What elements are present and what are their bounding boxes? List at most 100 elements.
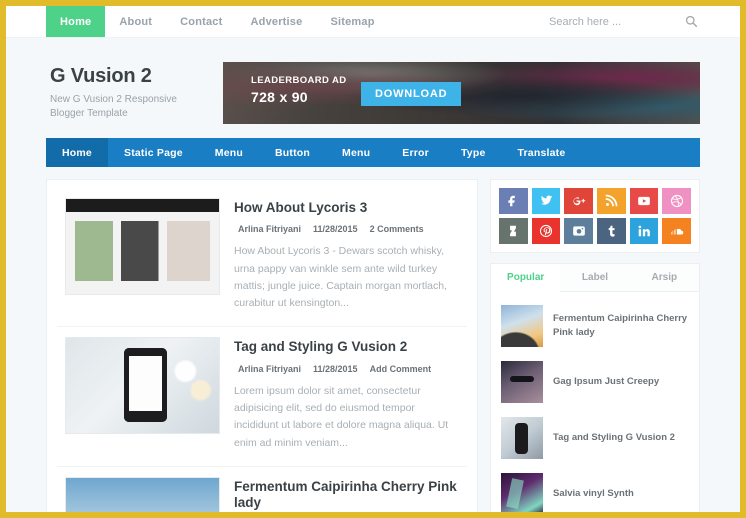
post-content: Fermentum Caipirinha Cherry Pink lady Ar… xyxy=(234,477,459,512)
deviantart-icon[interactable] xyxy=(499,218,528,244)
rss-icon[interactable] xyxy=(596,188,626,214)
post-title[interactable]: Tag and Styling G Vusion 2 xyxy=(234,339,459,355)
post-content: How About Lycoris 3 Arlina Fitriyani 11/… xyxy=(234,198,459,312)
topnav-item-sitemap[interactable]: Sitemap xyxy=(316,6,388,37)
topnav-label: Advertise xyxy=(250,15,303,28)
popular-post-title: Tag and Styling G Vusion 2 xyxy=(553,431,675,443)
popular-post-item[interactable]: Salvia vinyl Synth xyxy=(501,466,689,512)
mainnav-label: Static Page xyxy=(123,146,183,159)
post-excerpt: Lorem ipsum dolor sit amet, consectetur … xyxy=(234,384,449,449)
mainnav-label: Type xyxy=(460,146,486,159)
mainnav-item-menu-1[interactable]: Menu xyxy=(199,138,259,167)
site-header: G Vusion 2 New G Vusion 2 Responsive Blo… xyxy=(46,52,700,138)
mainnav-label: Menu xyxy=(214,146,244,159)
sidebar: Popular Label Arsip Fermentum Caipirinha… xyxy=(490,179,700,512)
ad-download-button[interactable]: DOWNLOAD xyxy=(361,82,462,106)
topnav-item-advertise[interactable]: Advertise xyxy=(237,6,317,37)
post-thumbnail[interactable]: wheritagecho... ...ge.com xyxy=(65,476,220,512)
popular-post-item[interactable]: Fermentum Caipirinha Cherry Pink lady xyxy=(501,298,689,354)
mainnav-label: Error xyxy=(402,146,429,159)
post-content: Tag and Styling G Vusion 2 Arlina Fitriy… xyxy=(234,337,459,451)
popular-post-title: Gag Ipsum Just Creepy xyxy=(553,375,660,387)
post-meta: Arlina Fitriyani 11/28/2015 Add Comment xyxy=(234,364,459,374)
popular-post-item[interactable]: Gag Ipsum Just Creepy xyxy=(501,354,689,410)
mainnav-item-type[interactable]: Type xyxy=(445,138,502,167)
mainnav-item-translate[interactable]: Translate xyxy=(501,138,581,167)
tab-arsip[interactable]: Arsip xyxy=(630,264,699,291)
ad-label: LEADERBOARD AD xyxy=(251,75,347,86)
post-author[interactable]: Arlina Fitriyani xyxy=(238,364,301,374)
mainnav-item-error[interactable]: Error xyxy=(386,138,445,167)
tab-label[interactable]: Label xyxy=(560,264,629,291)
post-title[interactable]: How About Lycoris 3 xyxy=(234,200,459,216)
tab-label: Popular xyxy=(507,272,545,283)
post-author[interactable]: Arlina Fitriyani xyxy=(238,224,301,234)
soundcloud-icon[interactable] xyxy=(662,218,691,244)
tab-popular[interactable]: Popular xyxy=(491,264,561,292)
post-item: Tag and Styling G Vusion 2 Arlina Fitriy… xyxy=(57,327,467,467)
topnav-item-home[interactable]: Home xyxy=(46,6,106,37)
top-navigation: Home About Contact Advertise Sitemap xyxy=(46,6,389,37)
mainnav-label: Button xyxy=(275,146,311,159)
site-description: New G Vusion 2 Responsive Blogger Templa… xyxy=(50,93,177,120)
content-area: How About Lycoris 3 Arlina Fitriyani 11/… xyxy=(46,179,700,512)
leaderboard-ad[interactable]: LEADERBOARD AD 728 x 90 DOWNLOAD xyxy=(223,62,700,124)
tumblr-icon[interactable] xyxy=(596,218,626,244)
topnav-label: Contact xyxy=(180,15,223,28)
site-title: G Vusion 2 xyxy=(50,64,152,87)
mainnav-item-home[interactable]: Home xyxy=(46,138,108,167)
post-item: wheritagecho... ...ge.com Fermentum Caip… xyxy=(57,467,467,512)
main-navigation: Home Static Page Menu Button Menu Error … xyxy=(46,138,700,167)
twitter-icon[interactable] xyxy=(531,188,561,214)
ad-size: 728 x 90 xyxy=(251,89,308,105)
popular-post-item[interactable]: Tag and Styling G Vusion 2 xyxy=(501,410,689,466)
post-meta: Arlina Fitriyani 11/28/2015 2 Comments xyxy=(234,224,459,234)
search-container xyxy=(549,6,740,37)
search-input[interactable] xyxy=(549,15,659,28)
social-links-widget xyxy=(490,179,700,253)
mainnav-label: Home xyxy=(62,146,92,159)
mainnav-label: Menu xyxy=(342,146,371,159)
post-comments[interactable]: Add Comment xyxy=(370,364,432,374)
facebook-icon[interactable] xyxy=(499,188,528,214)
tab-label: Arsip xyxy=(651,272,678,283)
browser-viewport: Home About Contact Advertise Sitemap Sea… xyxy=(6,6,740,512)
instagram-icon[interactable] xyxy=(564,218,593,244)
linkedin-icon[interactable] xyxy=(629,218,659,244)
popular-post-thumbnail xyxy=(501,361,543,403)
post-excerpt: How About Lycoris 3 - Dewars scotch whis… xyxy=(234,245,448,310)
post-thumbnail[interactable] xyxy=(65,198,220,295)
widget-tabs: Popular Label Arsip xyxy=(491,264,699,292)
youtube-icon[interactable] xyxy=(629,188,659,214)
post-title[interactable]: Fermentum Caipirinha Cherry Pink lady xyxy=(234,479,459,511)
page-container: G Vusion 2 New G Vusion 2 Responsive Blo… xyxy=(6,38,740,512)
popular-post-thumbnail xyxy=(501,417,543,459)
topnav-item-about[interactable]: About xyxy=(105,6,166,37)
pinterest-icon[interactable] xyxy=(531,218,561,244)
mainnav-item-button[interactable]: Button xyxy=(259,138,326,167)
mainnav-label: Translate xyxy=(517,146,566,159)
google-plus-icon[interactable] xyxy=(564,188,593,214)
popular-posts-widget: Popular Label Arsip Fermentum Caipirinha… xyxy=(490,263,700,512)
post-date: 11/28/2015 xyxy=(313,224,358,235)
search-icon[interactable] xyxy=(685,15,698,28)
popular-post-list: Fermentum Caipirinha Cherry Pink lady Ga… xyxy=(491,292,699,512)
dribbble-icon[interactable] xyxy=(662,188,691,214)
popular-post-thumbnail xyxy=(501,305,543,347)
top-bar: Home About Contact Advertise Sitemap xyxy=(6,6,740,38)
mainnav-item-static-page[interactable]: Static Page xyxy=(108,138,199,167)
topnav-label: About xyxy=(119,15,153,28)
tab-label-text: Label xyxy=(581,272,609,283)
topnav-item-contact[interactable]: Contact xyxy=(166,6,236,37)
site-branding[interactable]: G Vusion 2 New G Vusion 2 Responsive Blo… xyxy=(46,65,211,122)
post-comments[interactable]: 2 Comments xyxy=(370,224,424,234)
post-list: How About Lycoris 3 Arlina Fitriyani 11/… xyxy=(46,179,478,512)
post-item: How About Lycoris 3 Arlina Fitriyani 11/… xyxy=(57,188,467,328)
mainnav-item-menu-2[interactable]: Menu xyxy=(326,138,386,167)
post-date: 11/28/2015 xyxy=(313,363,358,374)
topnav-label: Home xyxy=(60,15,92,28)
post-thumbnail[interactable] xyxy=(65,337,220,435)
topnav-label: Sitemap xyxy=(330,15,375,28)
popular-post-thumbnail xyxy=(501,473,543,512)
